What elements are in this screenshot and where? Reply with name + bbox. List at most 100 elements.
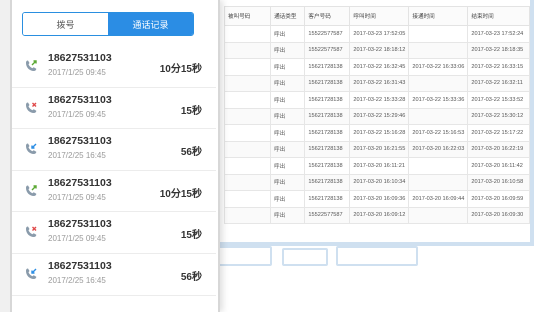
call-log-item[interactable]: 18627531103 2017/1/25 09:45 10分15秒 — [12, 46, 216, 88]
table-cell: 2017-03-20 16:11:21 — [349, 157, 410, 175]
table-cell — [408, 25, 469, 43]
call-date: 2017/1/25 09:45 — [48, 68, 106, 77]
table-cell — [408, 74, 469, 92]
table-cell: 2017-03-20 16:09:30 — [467, 206, 530, 224]
table-cell: 呼出 — [270, 107, 306, 125]
table-cell: 15522577587 — [304, 25, 351, 43]
missed-call-icon — [24, 225, 38, 239]
table-row[interactable]: 呼出 15621728138 2017-03-20 16:11:21 2017-03-… — [223, 157, 530, 175]
call-log-item[interactable]: 18627531103 2017/2/25 16:45 56秒 — [12, 129, 216, 171]
table-cell — [408, 206, 469, 224]
call-number: 18627531103 — [48, 259, 112, 272]
call-date: 2017/1/25 09:45 — [48, 192, 106, 202]
table-cell: 2017-03-23 17:52:05 — [349, 25, 410, 43]
stand-block-right — [336, 246, 418, 266]
table-cell — [223, 206, 272, 224]
table-row[interactable]: 呼出 15621728138 2017-03-20 16:21:55 2017-03-… — [223, 140, 530, 158]
table-cell: 呼出 — [270, 25, 306, 43]
table-cell: 2017-03-20 16:22:19 — [467, 140, 530, 158]
column-header[interactable]: 接通时间 — [408, 6, 469, 26]
table-cell — [408, 173, 469, 191]
table-cell: 15621728138 — [304, 91, 351, 109]
call-date: 2017/2/25 16:45 — [48, 275, 106, 285]
monitor-stand — [212, 246, 530, 276]
table-row[interactable]: 呼出 15522577587 2017-03-20 16:09:12 2017-03-… — [223, 206, 530, 224]
table-cell: 2017-03-22 15:16:53 — [408, 124, 469, 142]
table-cell: 2017-03-22 16:32:45 — [349, 58, 410, 76]
table-cell — [223, 124, 272, 142]
table-cell: 15621728138 — [304, 140, 351, 158]
table-row[interactable]: 呼出 15621728138 2017-03-20 16:09:36 2017-03-… — [223, 190, 530, 208]
stand-block-left — [212, 246, 272, 266]
table-cell — [223, 140, 272, 158]
table-cell: 呼出 — [270, 190, 306, 208]
table-cell: 2017-03-20 16:09:59 — [467, 190, 530, 208]
table-cell — [223, 58, 272, 76]
table-cell — [223, 41, 272, 59]
table-cell: 呼出 — [270, 58, 306, 76]
table-cell: 2017-03-20 16:09:12 — [349, 206, 410, 224]
table-cell — [223, 173, 272, 191]
table-cell: 2017-03-22 16:31:43 — [349, 74, 410, 92]
table-cell: 呼出 — [270, 124, 306, 142]
table-cell: 2017-03-22 16:33:15 — [467, 58, 530, 76]
call-number: 18627531103 — [48, 135, 112, 148]
table-cell: 2017-03-22 16:32:11 — [467, 74, 530, 92]
call-log-item[interactable]: 18627531103 2017/1/25 09:45 10分15秒 — [12, 171, 216, 213]
table-cell: 2017-03-22 18:18:35 — [467, 41, 530, 59]
table-row[interactable]: 呼出 15621728138 2017-03-22 15:16:28 2017-03-… — [223, 124, 530, 142]
table-row[interactable]: 呼出 15522577587 2017-03-22 18:18:12 2017-03-… — [223, 41, 530, 59]
incoming-call-icon — [24, 267, 38, 281]
tab-call-log[interactable]: 通话记录 — [108, 13, 193, 35]
column-header[interactable]: 客户号码 — [304, 6, 351, 26]
table-cell: 15621728138 — [304, 107, 351, 125]
table-cell — [223, 157, 272, 175]
table-cell: 2017-03-20 16:10:34 — [349, 173, 410, 191]
call-date: 2017/2/25 16:45 — [48, 151, 106, 161]
table-row[interactable]: 呼出 15621728138 2017-03-22 15:29:46 2017-03-… — [223, 107, 530, 125]
call-number: 18627531103 — [48, 52, 112, 64]
column-header[interactable]: 被叫号码 — [223, 6, 272, 26]
table-row[interactable]: 呼出 15621728138 2017-03-22 16:32:45 2017-03-… — [223, 58, 530, 76]
table-cell: 2017-03-22 15:29:46 — [349, 107, 410, 125]
table-cell: 呼出 — [270, 206, 306, 224]
table-cell: 15522577587 — [304, 206, 351, 224]
table-cell — [408, 41, 469, 59]
table-header-row: 被叫号码 通话类型 客户号码 呼叫时间 接通时间 结束时间 — [223, 6, 530, 26]
table-cell: 2017-03-20 16:10:58 — [467, 173, 530, 191]
table-row[interactable]: 呼出 15621728138 2017-03-20 16:10:34 2017-03-… — [223, 173, 530, 191]
call-duration: 15秒 — [180, 105, 202, 117]
call-log-item[interactable]: 18627531103 2017/1/25 09:45 15秒 — [12, 212, 216, 254]
table-cell — [408, 157, 469, 175]
column-header[interactable]: 通话类型 — [270, 6, 306, 26]
call-duration: 56秒 — [180, 147, 202, 159]
call-date: 2017/1/25 09:45 — [48, 109, 106, 119]
call-duration: 56秒 — [180, 271, 202, 283]
table-cell: 呼出 — [270, 173, 306, 191]
call-log-item[interactable]: 18627531103 2017/2/25 16:45 56秒 — [12, 254, 216, 296]
table-cell: 2017-03-20 16:09:36 — [349, 190, 410, 208]
table-row[interactable]: 呼出 15522577587 2017-03-23 17:52:05 2017-03-… — [223, 25, 530, 43]
phone-panel: 拨号 通话记录 18627531103 2017/1/25 09:45 10分15秒… — [0, 0, 220, 312]
table-row[interactable]: 呼出 15621728138 2017-03-22 15:33:28 2017-03-… — [223, 91, 530, 109]
table-cell: 2017-03-22 18:18:12 — [349, 41, 410, 59]
table-cell: 2017-03-20 16:22:03 — [408, 140, 469, 158]
table-cell: 2017-03-22 15:16:28 — [349, 124, 410, 142]
table-cell: 15621728138 — [304, 157, 351, 175]
call-duration: 10分15秒 — [159, 188, 202, 200]
table-cell — [223, 25, 272, 43]
table-cell: 2017-03-22 15:17:22 — [467, 124, 530, 142]
table-cell: 2017-03-22 15:33:28 — [349, 91, 410, 109]
column-header[interactable]: 结束时间 — [467, 6, 530, 26]
table-row[interactable]: 呼出 15621728138 2017-03-22 16:31:43 2017-03-… — [223, 74, 530, 92]
table-cell: 2017-03-22 15:30:12 — [467, 107, 530, 125]
table-cell: 2017-03-20 16:09:44 — [408, 190, 469, 208]
call-log-item[interactable]: 18627531103 2017/1/25 09:45 15秒 — [12, 88, 216, 130]
table-cell — [408, 107, 469, 125]
table-cell: 15522577587 — [304, 41, 351, 59]
column-header[interactable]: 呼叫时间 — [349, 6, 410, 26]
table-cell: 2017-03-23 17:52:24 — [467, 25, 530, 43]
tab-dial[interactable]: 拨号 — [23, 13, 108, 35]
call-records-table: 被叫号码 通话类型 客户号码 呼叫时间 接通时间 结束时间 呼出 15522577… — [223, 6, 530, 224]
table-cell: 2017-03-22 15:33:52 — [467, 91, 530, 109]
